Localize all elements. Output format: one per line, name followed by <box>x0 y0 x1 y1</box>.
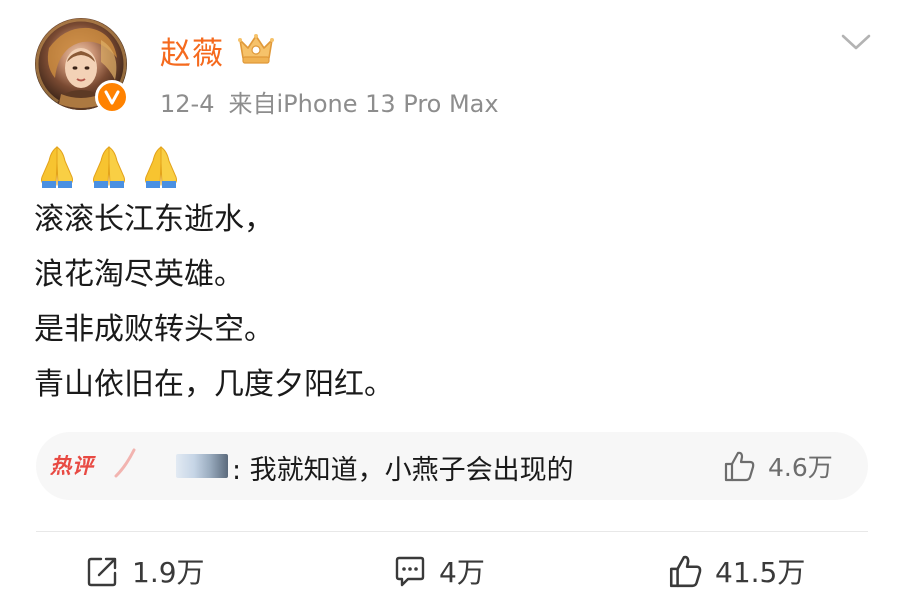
user-name[interactable]: 赵薇 <box>160 28 224 73</box>
hot-comment-label: 热评 <box>50 454 94 478</box>
comment-icon <box>395 556 425 587</box>
post-meta: 12-4 来自iPhone 13 Pro Max <box>160 84 499 119</box>
post-text-line: 浪花淘尽英雄。 <box>34 257 244 292</box>
hot-comment-text: : 我就知道，小燕子会出现的 <box>232 455 574 486</box>
divider <box>36 531 868 532</box>
weibo-post: 赵薇 12-4 来自iPhone 13 Pro Max 滚滚长江东逝水， 浪花淘… <box>0 0 900 601</box>
avatar-container[interactable] <box>35 18 129 114</box>
post-date: 12-4 <box>160 90 215 118</box>
folded-hands-emoji <box>41 146 73 188</box>
folded-hands-emoji <box>93 146 125 188</box>
like-button[interactable]: 41.5万 <box>667 551 805 591</box>
hot-label-accent-icon <box>114 448 136 478</box>
like-count: 41.5万 <box>715 556 806 589</box>
emoji-row <box>34 140 394 192</box>
folded-hands-emoji <box>145 146 177 188</box>
chevron-down-icon[interactable] <box>840 32 872 52</box>
post-text-line: 滚滚长江东逝水， <box>34 202 274 237</box>
commenter-name-redacted[interactable] <box>176 454 228 478</box>
comment-button[interactable]: 4万 <box>393 551 485 591</box>
repost-button[interactable]: 1.9万 <box>86 551 205 591</box>
post-text-line: 青山依旧在，几度夕阳红。 <box>34 367 394 402</box>
thumbs-up-icon <box>724 451 755 482</box>
post-body: 滚滚长江东逝水， 浪花淘尽英雄。 是非成败转头空。 青山依旧在，几度夕阳红。 <box>34 140 394 412</box>
hot-comment[interactable]: 热评 : 我就知道，小燕子会出现的 4.6万 <box>36 432 868 500</box>
comment-count: 4万 <box>439 556 485 589</box>
post-source[interactable]: 来自iPhone 13 Pro Max <box>228 90 498 118</box>
thumbs-up-icon <box>669 555 702 588</box>
verified-badge-icon <box>95 80 129 114</box>
repost-count: 1.9万 <box>132 556 205 589</box>
comment-like-button[interactable]: 4.6万 <box>722 448 833 484</box>
crown-badge-icon[interactable] <box>236 32 276 66</box>
post-text-line: 是非成败转头空。 <box>34 312 274 347</box>
comment-like-count: 4.6万 <box>768 453 833 482</box>
repost-icon <box>87 557 117 587</box>
